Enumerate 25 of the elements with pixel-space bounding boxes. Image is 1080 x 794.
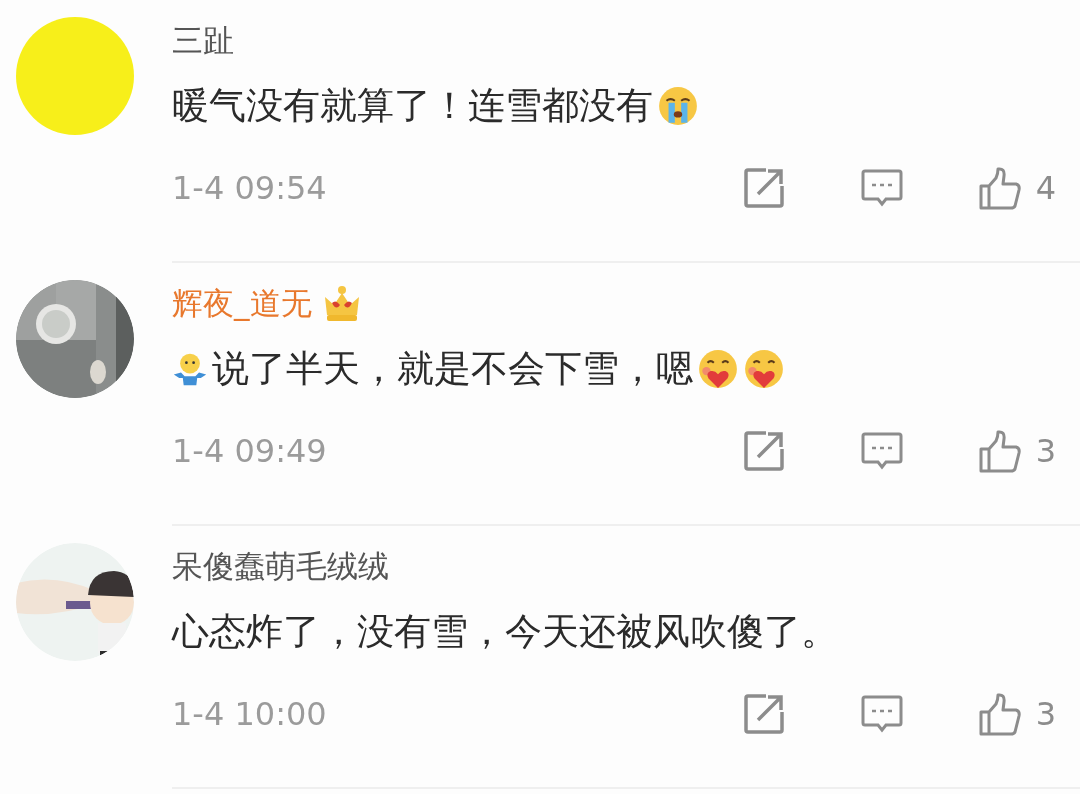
comment-text: 暖气没有就算了！连雪都没有 [172,83,653,129]
crying-face-icon [657,85,699,127]
like-button[interactable]: 4 [977,166,1056,210]
heart-face-icon [697,348,739,390]
timestamp: 1-4 09:54 [172,169,327,207]
share-icon [741,692,786,736]
user-name[interactable]: 辉夜_道无 [172,283,312,325]
heart-face-icon [743,348,785,390]
shrugging-figure-icon [172,351,208,387]
share-button[interactable] [741,166,786,210]
like-button[interactable]: 3 [977,429,1056,473]
timestamp: 1-4 10:00 [172,695,327,733]
share-button[interactable] [741,692,786,736]
like-button[interactable]: 3 [977,692,1056,736]
thumbs-up-icon [977,429,1022,473]
user-name[interactable]: 三趾 [172,20,234,62]
share-button[interactable] [741,429,786,473]
thumbs-up-icon [977,692,1022,736]
comment-text: 说了半天，就是不会下雪，嗯 [212,346,693,392]
share-icon [741,166,786,210]
timestamp: 1-4 09:49 [172,432,327,470]
thumbs-up-icon [977,166,1022,210]
comment-text: 心态炸了，没有雪，今天还被风吹傻了。 [172,609,838,655]
user-name[interactable]: 呆傻蠢萌毛绒绒 [172,546,389,588]
share-icon [741,429,786,473]
